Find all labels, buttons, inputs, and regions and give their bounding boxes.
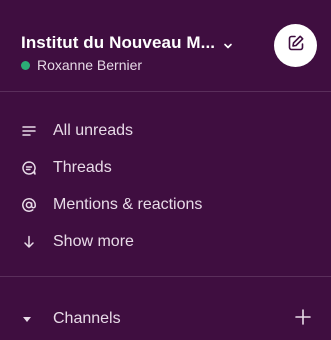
sidebar-nav: All unreads Threads Mentions & reactions xyxy=(0,112,331,260)
arrow-down-icon xyxy=(21,234,37,250)
channels-section-header[interactable]: Channels xyxy=(0,300,331,337)
sidebar-item-label: All unreads xyxy=(53,121,134,139)
sidebar-item-mentions[interactable]: Mentions & reactions xyxy=(0,186,331,223)
all-unreads-icon xyxy=(21,123,37,139)
workspace-switcher[interactable]: Institut du Nouveau M... xyxy=(21,33,233,53)
presence-dot xyxy=(21,60,30,70)
user-name: Roxanne Bernier xyxy=(37,57,143,73)
channels-label: Channels xyxy=(53,309,121,327)
sidebar-item-label: Threads xyxy=(53,158,112,176)
sidebar: Institut du Nouveau M... Roxanne Bernier xyxy=(0,0,331,340)
sidebar-item-label: Show more xyxy=(53,232,134,250)
section-divider xyxy=(0,276,331,277)
chevron-down-icon xyxy=(223,38,233,49)
sidebar-item-label: Mentions & reactions xyxy=(53,195,203,213)
sidebar-item-show-more[interactable]: Show more xyxy=(0,223,331,260)
workspace-name: Institut du Nouveau M... xyxy=(21,33,216,52)
sidebar-item-all-unreads[interactable]: All unreads xyxy=(0,112,331,149)
mention-icon xyxy=(21,197,37,213)
compose-button[interactable] xyxy=(274,24,317,67)
workspace-header: Institut du Nouveau M... Roxanne Bernier xyxy=(0,0,331,92)
threads-icon xyxy=(21,160,37,176)
add-channel-button[interactable] xyxy=(293,308,313,331)
compose-icon xyxy=(286,33,306,58)
caret-down-icon xyxy=(21,313,33,325)
user-status[interactable]: Roxanne Bernier xyxy=(21,57,142,73)
sidebar-item-threads[interactable]: Threads xyxy=(0,149,331,186)
plus-icon xyxy=(294,308,312,331)
